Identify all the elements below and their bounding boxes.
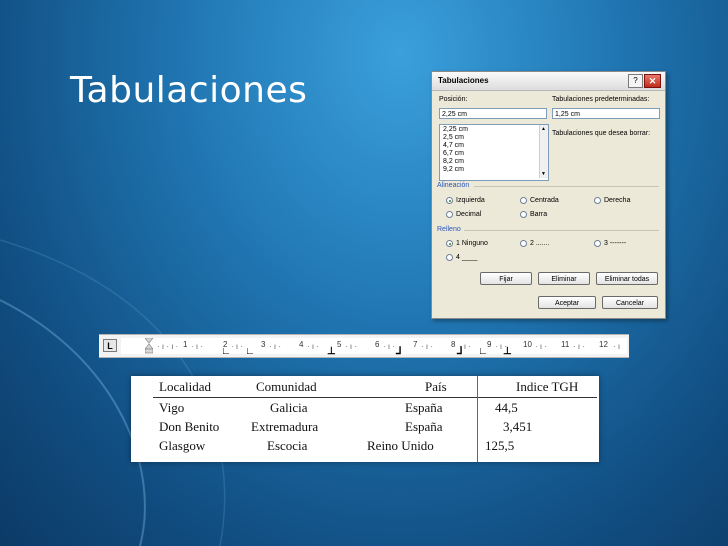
- position-label: Posición:: [439, 96, 468, 103]
- align-decimal-radio[interactable]: [446, 211, 453, 218]
- table-header: Comunidad: [256, 379, 317, 394]
- table-cell: Escocia: [267, 438, 308, 453]
- leader-dashes-radio[interactable]: [594, 240, 601, 247]
- table-cell: Vigo: [159, 400, 185, 415]
- table-cell: Glasgow: [159, 438, 206, 453]
- dialog-title-bar: Tabulaciones ? ✕: [432, 72, 665, 91]
- list-item[interactable]: 8,2 cm: [443, 158, 464, 165]
- align-right-label: Derecha: [604, 197, 631, 204]
- table-cell: Don Benito: [159, 419, 220, 434]
- alignment-section-label: Alineación: [437, 182, 470, 189]
- leader-none-radio[interactable]: [446, 240, 453, 247]
- tab-stop-list[interactable]: 2,25 cm 2,5 cm 4,7 cm 6,7 cm 8,2 cm 9,2 …: [439, 124, 549, 181]
- ruler-number: 1: [183, 340, 188, 349]
- decimal-tab-stop-icon[interactable]: ⊥: [503, 346, 512, 357]
- default-tabs-input[interactable]: 1,25 cm: [552, 108, 660, 119]
- set-button[interactable]: Fijar: [480, 272, 532, 285]
- ruler-number: 8: [451, 340, 456, 349]
- left-tab-stop-icon[interactable]: ∟: [478, 346, 488, 357]
- align-center-label: Centrada: [530, 197, 559, 204]
- tabs-dialog: Tabulaciones ? ✕ Posición: 2,25 cm 2,25 …: [431, 71, 666, 319]
- leader-underline-radio[interactable]: [446, 254, 453, 261]
- ruler-number: 5: [337, 340, 342, 349]
- slide-title: Tabulaciones: [70, 70, 308, 111]
- tab-selector-button[interactable]: L: [103, 339, 117, 352]
- header-divider: [153, 397, 597, 398]
- cancel-button[interactable]: Cancelar: [602, 296, 658, 309]
- tabbed-table-image: Localidad Comunidad País Indice TGH Vigo…: [131, 376, 599, 462]
- ruler-scale[interactable]: · ı · ı · 1 · ı · 2 · ı · 3 · ı · 4 · ı …: [121, 338, 627, 357]
- left-tab-stop-icon[interactable]: ∟: [245, 346, 255, 357]
- leader-dashes-label: 3 -------: [604, 240, 627, 247]
- table-header: País: [425, 379, 447, 394]
- table-cell: España: [405, 419, 443, 434]
- table-cell: 125,5: [485, 438, 515, 453]
- section-divider: [464, 230, 659, 231]
- ruler-number: 3: [261, 340, 266, 349]
- horizontal-ruler: L · ı · ı · 1 · ı · 2 · ı · 3 · ı · 4 · …: [99, 334, 629, 358]
- help-button[interactable]: ?: [628, 74, 643, 88]
- indent-marker-icon[interactable]: [145, 338, 153, 354]
- leader-underline-label: 4 ____: [456, 254, 478, 261]
- align-decimal-label: Decimal: [456, 211, 482, 218]
- right-tab-stop-icon[interactable]: ⅃: [457, 346, 463, 357]
- center-tab-stop-icon[interactable]: ⊥: [327, 346, 336, 357]
- close-button[interactable]: ✕: [644, 74, 661, 88]
- ruler-number: 10: [523, 340, 532, 349]
- table-cell: Extremadura: [251, 419, 319, 434]
- align-right-radio[interactable]: [594, 197, 601, 204]
- list-item[interactable]: 2,5 cm: [443, 134, 464, 141]
- table-cell: 3,451: [503, 419, 533, 434]
- position-input[interactable]: 2,25 cm: [439, 108, 547, 119]
- ok-button[interactable]: Aceptar: [538, 296, 596, 309]
- table-cell: 44,5: [495, 400, 518, 415]
- leader-none-label: 1 Ninguno: [456, 240, 488, 247]
- leader-dots-label: 2 .......: [530, 240, 550, 247]
- scroll-up-icon[interactable]: ▲: [541, 126, 546, 132]
- dialog-title: Tabulaciones: [438, 76, 489, 85]
- ruler-number: 6: [375, 340, 380, 349]
- ruler-number: 4: [299, 340, 304, 349]
- clear-all-button[interactable]: Eliminar todas: [596, 272, 658, 285]
- leader-dots-radio[interactable]: [520, 240, 527, 247]
- align-left-label: Izquierda: [456, 197, 485, 204]
- table-header: Indice TGH: [516, 379, 579, 394]
- table-cell: Galicia: [270, 400, 308, 415]
- section-divider: [474, 186, 659, 187]
- align-left-radio[interactable]: [446, 197, 453, 204]
- table-header: Localidad: [159, 379, 211, 394]
- list-item[interactable]: 9,2 cm: [443, 166, 464, 173]
- align-bar-label: Barra: [530, 211, 548, 218]
- align-center-radio[interactable]: [520, 197, 527, 204]
- list-item[interactable]: 2,25 cm: [443, 126, 468, 133]
- list-item[interactable]: 4,7 cm: [443, 142, 464, 149]
- list-item[interactable]: 6,7 cm: [443, 150, 464, 157]
- ruler-number: 7: [413, 340, 418, 349]
- list-scrollbar[interactable]: ▲ ▼: [539, 125, 548, 178]
- ruler-number: 12: [599, 340, 608, 349]
- table-cell: Reino Unido: [367, 438, 434, 453]
- table-cell: España: [405, 400, 443, 415]
- tabs-to-clear-label: Tabulaciones que desea borrar:: [552, 130, 651, 137]
- left-tab-stop-icon[interactable]: ∟: [221, 346, 231, 357]
- clear-button[interactable]: Eliminar: [538, 272, 590, 285]
- ruler-number: 11: [561, 340, 570, 349]
- vertical-bar-tab: [477, 376, 478, 462]
- leader-section-label: Relleno: [437, 226, 461, 233]
- right-tab-stop-icon[interactable]: ⅃: [396, 346, 402, 357]
- scroll-down-icon[interactable]: ▼: [541, 171, 546, 177]
- align-bar-radio[interactable]: [520, 211, 527, 218]
- default-tabs-label: Tabulaciones predeterminadas:: [552, 96, 650, 103]
